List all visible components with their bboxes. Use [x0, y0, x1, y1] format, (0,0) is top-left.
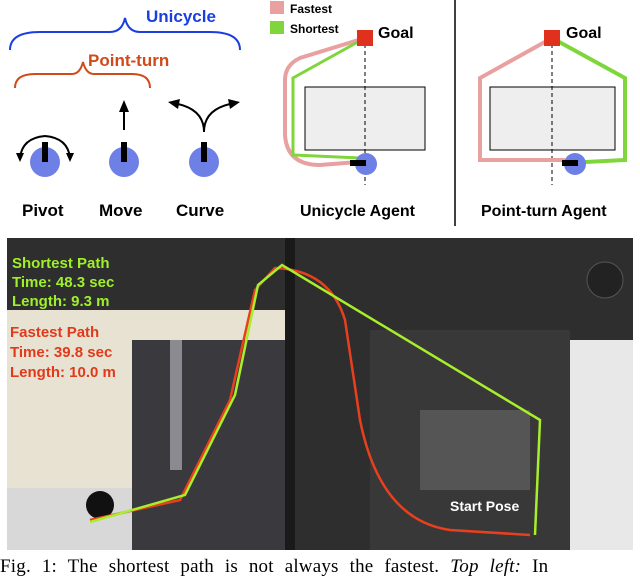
caption-italic: Top left: — [450, 556, 522, 577]
legend-shortest-swatch — [270, 21, 284, 34]
goal-label: Goal — [566, 25, 602, 42]
goal-label: Goal — [378, 25, 414, 42]
action-pivot: Pivot — [22, 201, 64, 220]
unicycle-agent-title: Unicycle Agent — [300, 203, 416, 220]
action-curve: Curve — [176, 201, 224, 220]
shortest-path-title: Shortest Path — [12, 255, 110, 272]
pointturn-label: Point-turn — [88, 51, 169, 70]
caption-text: Fig. 1: The shortest path is not always … — [0, 556, 440, 577]
goal-marker — [357, 30, 373, 46]
legend-fastest-swatch — [270, 1, 284, 14]
goal-marker — [544, 30, 560, 46]
fastest-path-title: Fastest Path — [10, 324, 99, 341]
shortest-path-time: Time: 48.3 sec — [12, 274, 114, 291]
figure: Unicycle Point-turn Pivot Move Curve Fas… — [7, 0, 633, 550]
caption: Fig. 1: The shortest path is not always … — [0, 556, 640, 578]
fastest-path-length: Length: 10.0 m — [10, 364, 116, 381]
fastest-path-time: Time: 39.8 sec — [10, 344, 112, 361]
pointturn-agent-title: Point-turn Agent — [481, 203, 607, 220]
curve-arrow-icon — [177, 103, 231, 133]
unicycle-label: Unicycle — [146, 7, 216, 26]
legend-shortest: Shortest — [290, 22, 339, 36]
legend-fastest: Fastest — [290, 2, 332, 16]
action-move: Move — [99, 201, 142, 220]
caption-tail: In — [532, 556, 549, 577]
start-pose-label: Start Pose — [450, 498, 519, 514]
shortest-path-length: Length: 9.3 m — [12, 293, 110, 310]
